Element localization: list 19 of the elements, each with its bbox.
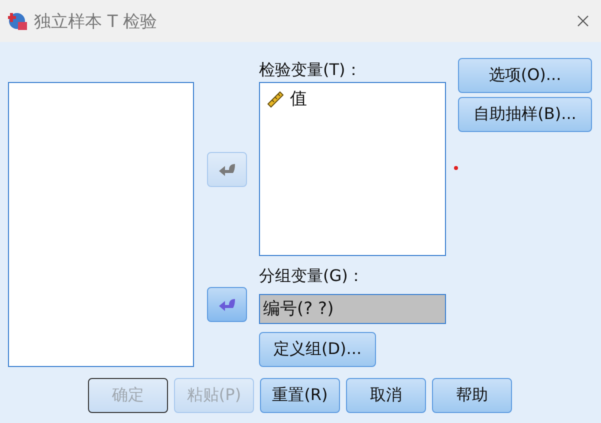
ruler-icon [266,90,284,108]
dialog-button[interactable]: 重置(R) [260,378,340,413]
app-icon [8,11,28,31]
grouping-variable-label: 分组变量(G)： [259,265,365,287]
dialog-button[interactable]: 取消 [346,378,426,413]
test-variable-list[interactable]: 值 [259,82,446,256]
return-arrow-icon [217,162,237,178]
test-variable-label: 检验变量(T)： [259,59,362,81]
dialog-button[interactable]: 帮助 [432,378,512,413]
side-button[interactable]: 自助抽样(B)... [458,97,592,132]
close-icon[interactable] [577,15,589,27]
variable-item[interactable]: 值 [290,87,307,110]
move-button[interactable] [207,287,247,322]
marker-dot [454,166,458,170]
side-button[interactable]: 选项(O)... [458,58,592,93]
define-groups-button[interactable]: 定义组(D)... [259,332,376,367]
window-title: 独立样本 T 检验 [34,10,158,32]
grouping-variable-field[interactable]: 编号(? ?) [259,294,446,324]
return-arrow-icon [217,296,237,312]
